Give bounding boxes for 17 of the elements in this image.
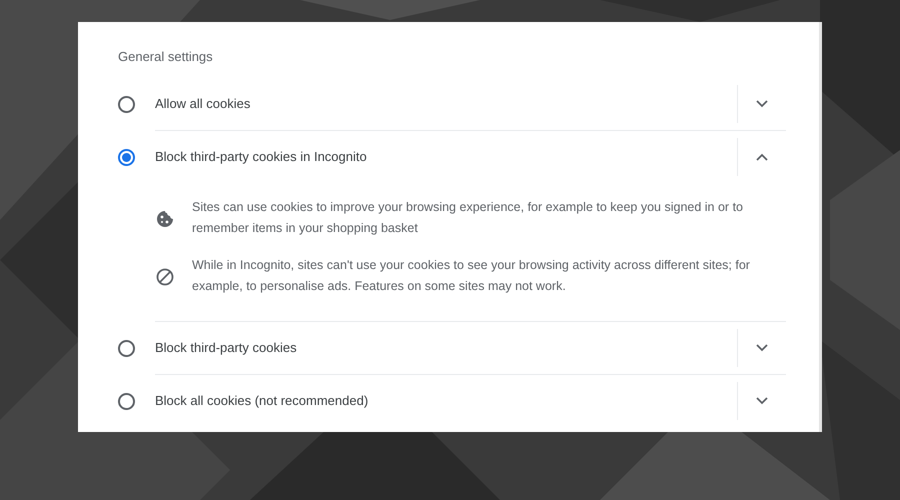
cookie-icon [155, 208, 175, 228]
description-text: While in Incognito, sites can't use your cookies to see your browsing activity across different sites; for example, to personalise ads. Features on some sites may not work. [192, 257, 751, 295]
option-label: Block third-party cookies [155, 339, 298, 358]
radio-button[interactable] [118, 148, 135, 166]
description-text: Sites can use cookies to improve your browsing experience, for example to keep you signed in or to remember items in your shopping basket [192, 199, 744, 237]
radio-button[interactable] [118, 340, 135, 356]
option-label: Block all cookies (not recommended) [155, 392, 370, 410]
option-label: Block third-party cookies in Incognito [155, 148, 368, 166]
chevron-down-icon [756, 344, 768, 352]
section-title: General settings [118, 48, 214, 66]
option-label: Allow all cookies [155, 95, 252, 114]
chevron-down-icon [756, 397, 768, 405]
blocked-icon [155, 266, 175, 286]
chevron-down-icon [756, 100, 768, 108]
radio-button[interactable] [118, 96, 135, 112]
radio-button[interactable] [118, 392, 135, 410]
chevron-up-icon [756, 153, 768, 161]
